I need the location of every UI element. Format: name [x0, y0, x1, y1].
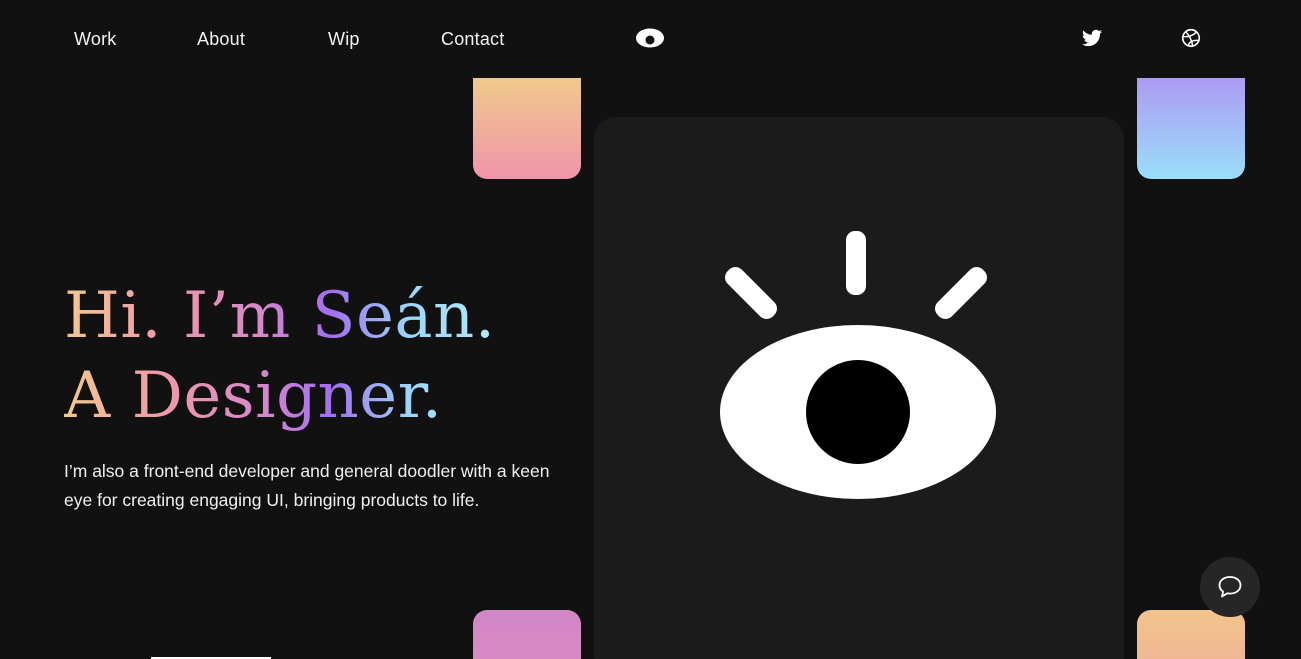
hero-title: Hi. I’m Seán. A Designer.: [64, 276, 496, 436]
nav-contact-link[interactable]: Contact: [441, 29, 504, 50]
nav-about-link[interactable]: About: [197, 29, 245, 50]
eye-logo-icon[interactable]: [636, 28, 664, 48]
twitter-icon[interactable]: [1081, 27, 1103, 49]
gradient-tile-top-left: [473, 78, 581, 179]
chat-launcher-button[interactable]: [1200, 557, 1260, 617]
eye-illustration-icon: [720, 231, 996, 499]
chat-bubble-icon: [1218, 576, 1242, 598]
gradient-tile-bottom-left: [473, 610, 581, 659]
portfolio-page: Work About Wip Contact Hi. I’m Seán. A D…: [0, 0, 1301, 659]
illustration-card: [594, 117, 1124, 659]
hero-title-line-2: A Designer.: [64, 359, 443, 433]
hero-tagline: I’m also a front-end developer and gener…: [64, 461, 550, 510]
gradient-tile-top-right: [1137, 78, 1245, 179]
gradient-tile-bottom-right: [1137, 610, 1245, 659]
hero-heading: Hi. I’m Seán. A Designer.: [64, 276, 496, 436]
nav-work-link[interactable]: Work: [74, 29, 116, 50]
top-navigation: Work About Wip Contact: [0, 0, 1301, 78]
hero-title-line-1: Hi. I’m Seán.: [64, 279, 496, 353]
nav-wip-link[interactable]: Wip: [328, 29, 360, 50]
dribbble-icon[interactable]: [1180, 27, 1202, 49]
